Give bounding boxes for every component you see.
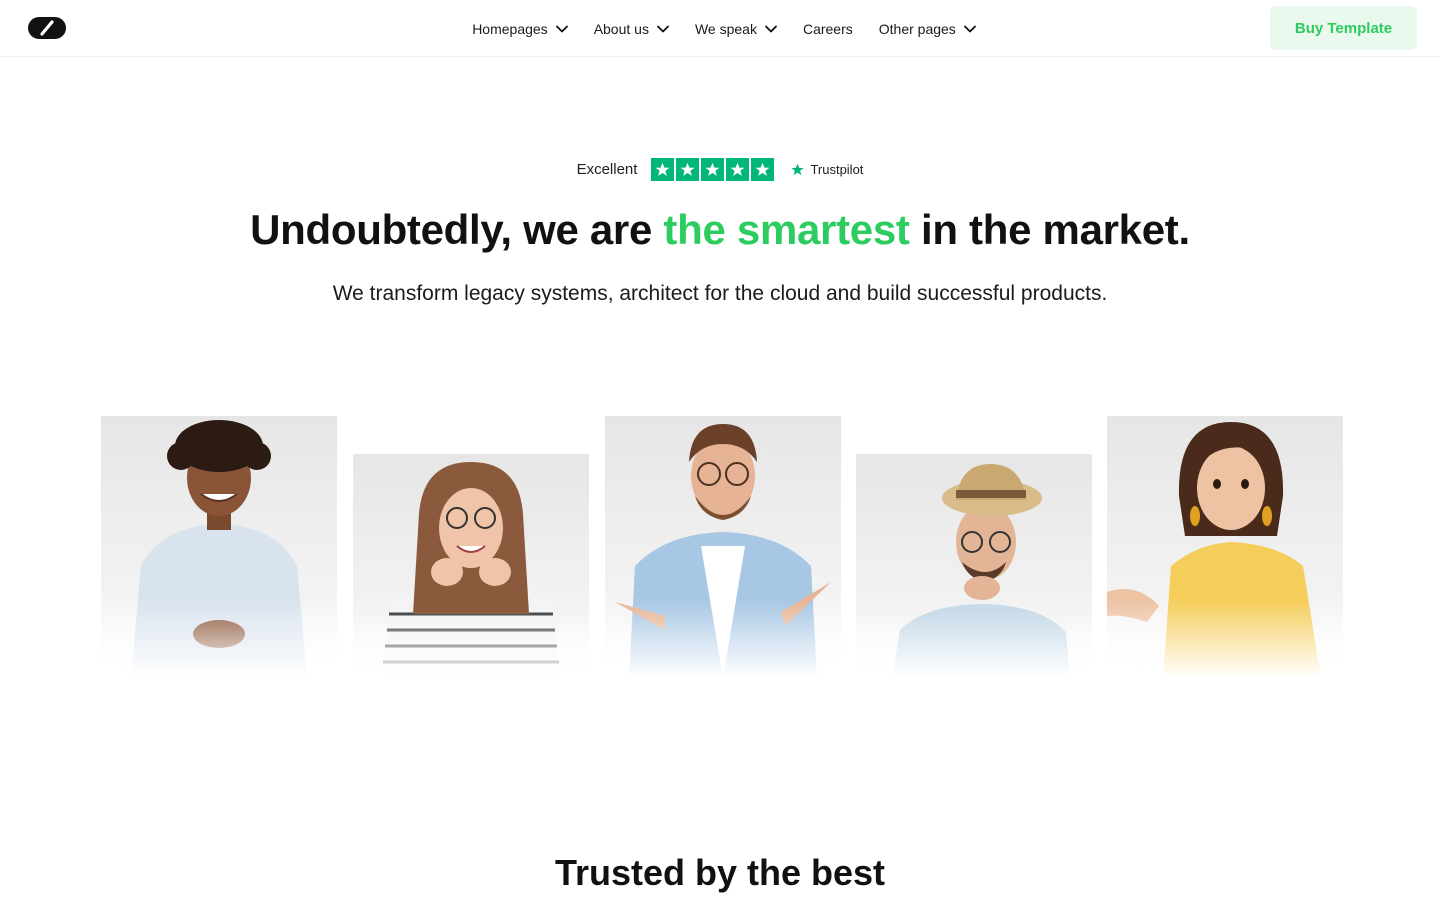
rating-word: Excellent — [576, 160, 638, 178]
nav-item-homepages[interactable]: Homepages — [472, 17, 568, 41]
star-icon — [701, 157, 725, 181]
nav-item-label: Other pages — [878, 20, 956, 37]
trustpilot-rating[interactable]: Excellent Trustpilot — [0, 156, 1440, 182]
rating-stars — [651, 157, 775, 181]
nav-item-other-pages[interactable]: Other pages — [879, 17, 976, 41]
hero-title: Undoubtedly, we are the smartest in the … — [0, 206, 1440, 254]
star-icon — [651, 157, 675, 181]
star-icon — [751, 157, 775, 181]
portrait-image — [605, 416, 841, 678]
portrait-image — [856, 454, 1092, 678]
person-hat-thinking-icon — [856, 454, 1092, 678]
chevron-down-icon — [657, 25, 669, 32]
nav-item-label: We speak — [694, 20, 757, 37]
nav-item-we-speak[interactable]: We speak — [695, 17, 777, 41]
buy-template-button[interactable]: Buy Template — [1270, 6, 1417, 50]
main-nav: Homepages About us We speak Careers Othe… — [0, 0, 1440, 57]
trustpilot-label: Trustpilot — [810, 161, 864, 177]
person-pointing-glasses-icon — [605, 416, 841, 678]
trustpilot-logo[interactable]: Trustpilot — [790, 162, 863, 177]
trustpilot-star-icon — [791, 163, 805, 175]
person-yellow-shrug-icon — [1107, 416, 1343, 678]
person-glasses-striped-icon — [353, 454, 589, 678]
star-icon — [676, 157, 700, 181]
nav-item-about-us[interactable]: About us — [594, 17, 669, 41]
trusted-section-title: Trusted by the best — [554, 852, 886, 893]
person-smiling-shirt-icon — [101, 416, 337, 678]
hero-title-part: in the market. — [909, 206, 1190, 253]
hero-subtitle: We transform legacy systems, architect f… — [332, 282, 1108, 305]
star-icon — [726, 157, 750, 181]
chevron-down-icon — [555, 25, 568, 32]
portrait-image — [1107, 416, 1343, 678]
nav-item-careers[interactable]: Careers — [803, 17, 853, 41]
chevron-down-icon — [765, 25, 777, 32]
nav-item-label: About us — [593, 20, 649, 37]
nav-item-label: Careers — [802, 20, 853, 37]
portrait-image — [353, 454, 589, 678]
site-header: Homepages About us We speak Careers Othe… — [0, 0, 1440, 57]
chevron-down-icon — [963, 25, 976, 32]
hero-title-part: Undoubtedly, we are — [250, 206, 664, 253]
nav-item-label: Homepages — [472, 20, 548, 37]
portrait-image — [101, 416, 337, 678]
hero-title-accent: the smartest — [663, 206, 910, 253]
